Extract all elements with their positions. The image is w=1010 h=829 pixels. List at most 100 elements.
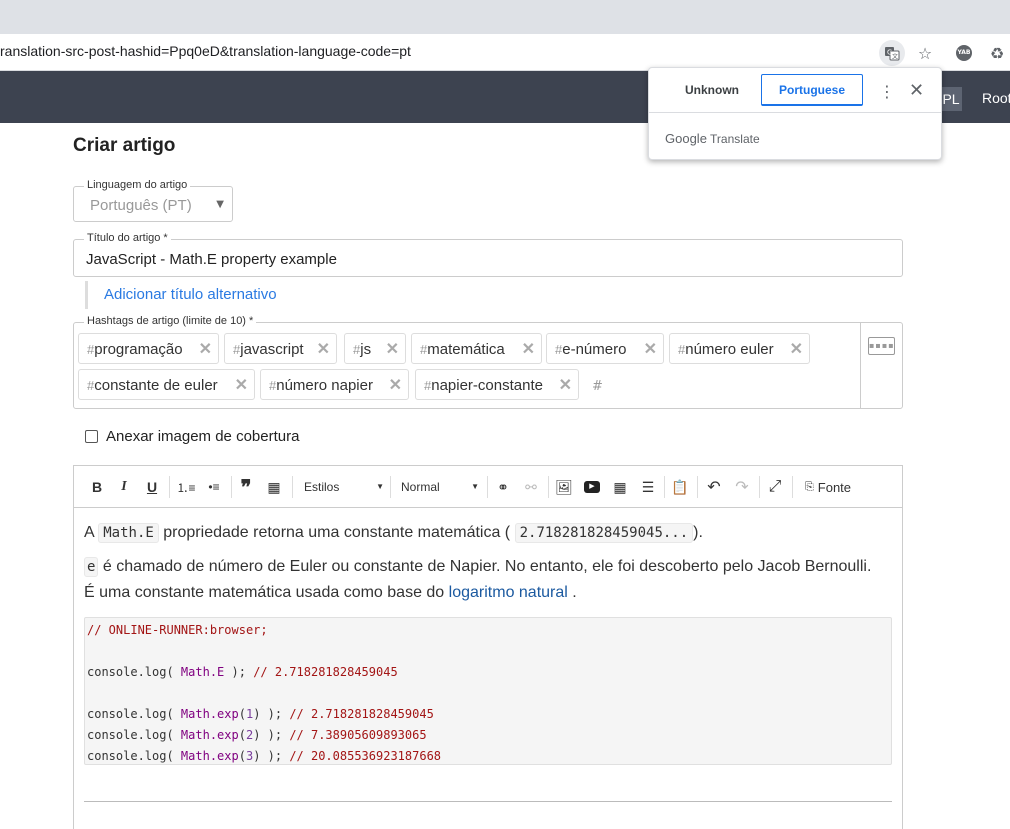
- hashtag-chip: #programação ✕: [78, 333, 219, 364]
- format-dropdown[interactable]: Normal ▼: [401, 476, 479, 498]
- italic-button[interactable]: I: [115, 476, 133, 498]
- undo-icon[interactable]: ↶: [703, 476, 725, 498]
- page-title: Criar artigo: [73, 135, 176, 156]
- code-keyword: Math.exp: [180, 707, 239, 721]
- address-bar[interactable]: ranslation-src-post-hashid=Ppq0eD&transl…: [0, 34, 1010, 71]
- close-icon[interactable]: ✕: [909, 80, 924, 101]
- bold-button[interactable]: B: [88, 476, 106, 498]
- hashtag-label: matemática: [427, 341, 505, 358]
- tab-unknown[interactable]: Unknown: [661, 74, 763, 106]
- numbered-list-icon[interactable]: ⒈≡: [175, 476, 197, 498]
- text: ).: [693, 524, 703, 541]
- translate-popup: Unknown Portuguese ⋮ ✕ Google Translate: [648, 67, 942, 160]
- article-title-field[interactable]: Título do artigo * JavaScript - Math.E p…: [73, 232, 903, 277]
- code-text: ) );: [253, 707, 290, 721]
- code-text: );: [224, 665, 254, 679]
- paragraph: A Math.E propriedade retorna uma constan…: [84, 520, 703, 546]
- new-tag-input[interactable]: #: [592, 379, 603, 394]
- unlink-icon[interactable]: ⚯: [520, 476, 542, 498]
- toolbar-separator: [759, 476, 760, 498]
- link-icon[interactable]: ⚭: [492, 476, 514, 498]
- translate-icon[interactable]: G文: [879, 40, 905, 66]
- youtube-icon[interactable]: ▶: [581, 476, 603, 498]
- styles-label: Estilos: [304, 480, 340, 494]
- caret-down-icon: ▼: [471, 482, 479, 491]
- toolbar-separator: [390, 476, 391, 498]
- inline-code: e: [84, 557, 99, 577]
- hashtag-chip: #javascript ✕: [224, 333, 337, 364]
- cover-image-label: Anexar imagem de cobertura: [106, 428, 300, 445]
- remove-tag-icon[interactable]: ✕: [386, 334, 399, 365]
- article-language-legend: Linguagem do artigo: [84, 179, 191, 191]
- add-alternative-title-link[interactable]: Adicionar título alternativo: [85, 281, 277, 309]
- maximize-icon[interactable]: ⤢: [764, 476, 786, 498]
- more-options-icon[interactable]: ⋮: [879, 82, 895, 101]
- hashtag-label: e-número: [562, 341, 627, 358]
- root-link[interactable]: Root: [982, 90, 1010, 106]
- toolbar-separator: [792, 476, 793, 498]
- keyboard-icon[interactable]: ▪▪▪▪: [868, 337, 895, 355]
- bulleted-list-icon[interactable]: •≡: [203, 476, 225, 498]
- paste-icon[interactable]: 📋: [669, 476, 691, 498]
- remove-tag-icon[interactable]: ✕: [235, 370, 248, 401]
- editor-toolbar: B I U ⒈≡ •≡ ❞ ▦ Estilos ▼ Normal ▼ ⚭ ⚯ 🖼 ▶…: [74, 466, 902, 508]
- translate-brand-text: Translate: [710, 132, 760, 146]
- remove-tag-icon[interactable]: ✕: [199, 334, 212, 365]
- hashtag-label: constante de euler: [94, 377, 218, 394]
- article-language-select[interactable]: Linguagem do artigo Português (PT) ▼: [73, 179, 233, 222]
- code-snippet-icon[interactable]: ▦: [263, 476, 285, 498]
- blockquote-icon[interactable]: ❞: [235, 476, 257, 499]
- code-text: console.log(: [87, 749, 181, 763]
- yab-label: YAB: [956, 45, 972, 61]
- remove-tag-icon[interactable]: ✕: [317, 334, 330, 365]
- recycle-extension-icon[interactable]: ♻: [984, 40, 1010, 66]
- underline-button[interactable]: U: [143, 476, 161, 498]
- code-text: ) );: [253, 749, 290, 763]
- code-comment: // 2.718281828459045: [253, 665, 398, 679]
- remove-tag-icon[interactable]: ✕: [790, 334, 803, 365]
- horizontal-line-icon[interactable]: ☰: [637, 476, 659, 498]
- code-text: (: [238, 728, 246, 742]
- format-label: Normal: [401, 480, 440, 494]
- inline-code: 2.718281828459045...: [514, 523, 694, 543]
- yab-extension-icon[interactable]: YAB: [951, 40, 977, 66]
- natural-logarithm-link[interactable]: logaritmo natural: [449, 584, 568, 601]
- url-text[interactable]: ranslation-src-post-hashid=Ppq0eD&transl…: [0, 43, 411, 59]
- tab-portuguese[interactable]: Portuguese: [761, 74, 863, 106]
- code-block[interactable]: // ONLINE-RUNNER:browser; console.log( M…: [84, 617, 892, 765]
- remove-tag-icon[interactable]: ✕: [522, 334, 535, 365]
- code-comment: // ONLINE-RUNNER:browser;: [87, 623, 268, 637]
- remove-tag-icon[interactable]: ✕: [559, 370, 572, 401]
- popup-divider: [649, 112, 941, 113]
- play-icon: ▶: [584, 481, 600, 493]
- remove-tag-icon[interactable]: ✕: [389, 370, 402, 401]
- code-text: ) );: [253, 728, 290, 742]
- bookmark-star-icon[interactable]: ☆: [912, 40, 938, 66]
- code-text: (: [238, 749, 246, 763]
- cover-image-checkbox-row[interactable]: Anexar imagem de cobertura: [85, 428, 299, 445]
- styles-dropdown[interactable]: Estilos ▼: [304, 476, 384, 498]
- hashtag-chip: #constante de euler ✕: [78, 369, 255, 400]
- redo-icon[interactable]: ↷: [731, 476, 753, 498]
- hashtag-chip: #número napier ✕: [260, 369, 409, 400]
- image-icon[interactable]: 🖼: [553, 476, 575, 498]
- article-title-value[interactable]: JavaScript - Math.E property example: [86, 251, 337, 268]
- chevron-down-icon: ▼: [216, 199, 224, 210]
- remove-tag-icon[interactable]: ✕: [644, 334, 657, 365]
- language-pl-button[interactable]: PL: [940, 87, 962, 111]
- horizontal-rule: [84, 801, 892, 802]
- toolbar-separator: [548, 476, 549, 498]
- table-icon[interactable]: ▦: [609, 476, 631, 498]
- cover-image-checkbox[interactable]: [85, 430, 98, 443]
- hashtag-chip: #número euler ✕: [669, 333, 810, 364]
- toolbar-separator: [231, 476, 232, 498]
- code-text: console.log(: [87, 707, 181, 721]
- hashtag-label: napier-constante: [431, 377, 543, 394]
- source-button[interactable]: ⎘ Fonte: [798, 476, 858, 498]
- text: .: [572, 584, 577, 601]
- toolbar-separator: [664, 476, 665, 498]
- paragraph: e é chamado de número de Euler ou consta…: [84, 554, 884, 605]
- hashtags-field[interactable]: Hashtags de artigo (limite de 10) * # pro…: [73, 315, 903, 409]
- svg-text:文: 文: [892, 53, 898, 61]
- google-brand-text: Google: [665, 131, 707, 146]
